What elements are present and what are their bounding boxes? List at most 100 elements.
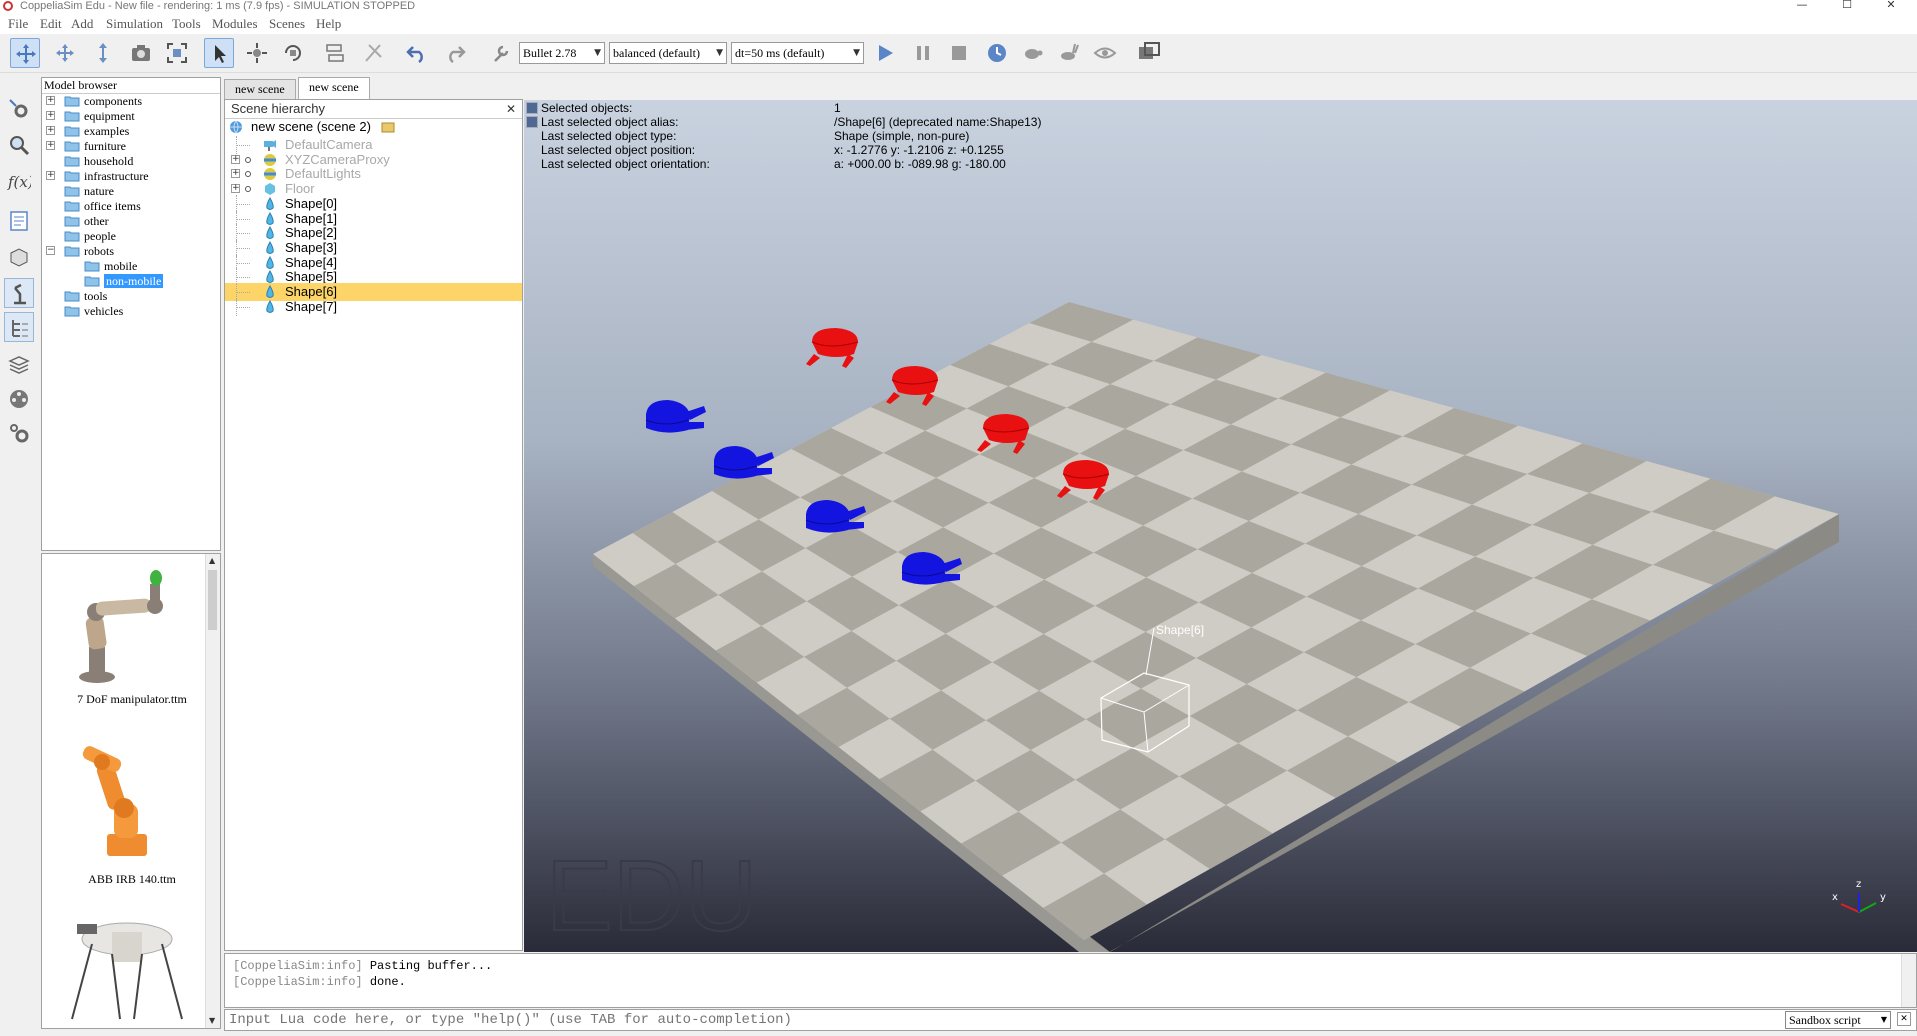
model-folder-office-items[interactable]: office items: [46, 199, 216, 213]
model-folder-furniture[interactable]: + furniture: [46, 139, 216, 153]
model-thumbnail-7dof[interactable]: [52, 562, 202, 692]
minimize-button[interactable]: —: [1787, 0, 1817, 14]
pause-simulation-button[interactable]: [908, 38, 938, 68]
stop-simulation-button[interactable]: [944, 38, 974, 68]
visibility-dot-icon[interactable]: [245, 186, 251, 193]
scene-folder-icon[interactable]: [381, 120, 395, 134]
model-folder-equipment[interactable]: + equipment: [46, 109, 216, 123]
gripper-shape[interactable]: [645, 400, 706, 433]
close-hierarchy-button[interactable]: ✕: [506, 102, 516, 116]
speed-up-button[interactable]: [1054, 38, 1084, 68]
expand-icon[interactable]: +: [46, 126, 55, 135]
tree-line: [236, 233, 250, 235]
model-folder-vehicles[interactable]: vehicles: [46, 304, 216, 318]
slow-down-button[interactable]: [1018, 38, 1048, 68]
model-folder-robots[interactable]: − robots: [46, 244, 216, 258]
calculation-modules-button[interactable]: f(x): [4, 166, 34, 196]
expand-icon[interactable]: +: [46, 96, 55, 105]
transfer-dna-button[interactable]: [358, 38, 388, 68]
realtime-button[interactable]: [982, 38, 1012, 68]
visibility-dot-icon[interactable]: [245, 156, 251, 163]
close-window-button[interactable]: ✕: [1876, 0, 1906, 14]
model-folder-infrastructure[interactable]: + infrastructure: [46, 169, 216, 183]
camera-pan-button[interactable]: [10, 38, 40, 68]
timestep-select[interactable]: dt=50 ms (default) ▼: [731, 42, 864, 64]
model-folder-non-mobile[interactable]: non-mobile: [46, 274, 216, 288]
assembly-button[interactable]: [320, 38, 350, 68]
object-rotate-button[interactable]: [278, 38, 308, 68]
cursor-icon: [215, 45, 226, 63]
video-recorder-button[interactable]: [4, 384, 34, 414]
click-select-button[interactable]: [204, 38, 234, 68]
menu-file[interactable]: File: [8, 16, 28, 32]
model-folder-people[interactable]: people: [46, 229, 216, 243]
expand-icon[interactable]: +: [46, 171, 55, 180]
thumbnails-scrollbar[interactable]: ▲ ▼: [205, 554, 220, 1028]
visibility-dot-icon[interactable]: [245, 171, 251, 178]
expand-icon[interactable]: +: [231, 154, 240, 164]
menu-simulation[interactable]: Simulation: [106, 16, 163, 32]
hierarchy-item-shape7[interactable]: Shape[7]: [225, 297, 522, 316]
fit-to-view-button[interactable]: [162, 38, 192, 68]
lua-command-input[interactable]: [229, 1012, 1769, 1028]
menu-modules[interactable]: Modules: [212, 16, 258, 32]
undo-button[interactable]: [402, 38, 432, 68]
shape-edit-button[interactable]: [4, 242, 34, 272]
camera-button[interactable]: [126, 38, 156, 68]
scene-root-item[interactable]: new scene (scene 2): [225, 118, 522, 136]
scroll-down-icon[interactable]: ▼: [209, 1016, 215, 1025]
model-folder-nature[interactable]: nature: [46, 184, 216, 198]
scroll-thumb[interactable]: [208, 570, 217, 630]
search-button[interactable]: [4, 130, 34, 160]
info-toggle-icon[interactable]: [526, 116, 538, 128]
page-selector-button[interactable]: [1134, 38, 1164, 68]
expand-icon[interactable]: +: [46, 111, 55, 120]
engine-settings-button[interactable]: [486, 38, 516, 68]
model-folder-examples[interactable]: + examples: [46, 124, 216, 138]
console-scrollbar[interactable]: [1901, 954, 1916, 1007]
menu-help[interactable]: Help: [316, 16, 341, 32]
model-thumbnail-delta-robot[interactable]: [52, 914, 202, 1024]
model-browser-toggle[interactable]: [4, 278, 34, 308]
menu-tools[interactable]: Tools: [172, 16, 201, 32]
maximize-button[interactable]: ☐: [1832, 0, 1862, 14]
hierarchy-item-label: Shape[7]: [285, 298, 338, 314]
collapse-icon[interactable]: −: [46, 246, 55, 255]
expand-icon[interactable]: +: [231, 184, 240, 194]
user-settings-button[interactable]: [4, 418, 34, 448]
scripts-button[interactable]: [4, 206, 34, 236]
model-folder-components[interactable]: + components: [46, 94, 216, 108]
layers-button[interactable]: [4, 350, 34, 380]
model-thumbnail-abb-irb140[interactable]: [52, 734, 202, 869]
expand-icon[interactable]: +: [46, 141, 55, 150]
redo-icon: [449, 46, 466, 64]
close-console-button[interactable]: ✕: [1897, 1012, 1911, 1026]
model-folder-mobile[interactable]: mobile: [46, 259, 216, 273]
info-toggle-icon[interactable]: [526, 102, 538, 114]
menu-add[interactable]: Add: [71, 16, 93, 32]
start-simulation-button[interactable]: [870, 38, 900, 68]
model-folder-tools[interactable]: tools: [46, 289, 216, 303]
object-shift-button[interactable]: [242, 38, 272, 68]
physics-engine-select[interactable]: Bullet 2.78 ▼: [519, 42, 605, 64]
scroll-up-icon[interactable]: ▲: [209, 556, 215, 565]
camera-shift-button[interactable]: [88, 38, 118, 68]
expand-icon[interactable]: +: [231, 169, 240, 179]
model-folder-other[interactable]: other: [46, 214, 216, 228]
menu-edit[interactable]: Edit: [40, 16, 62, 32]
redo-button[interactable]: [440, 38, 470, 68]
model-folder-label: examples: [84, 124, 130, 138]
3d-viewport[interactable]: EDU x y z Shape[6] Selected objects: 1 Las…: [524, 100, 1917, 952]
scene-hierarchy-toggle[interactable]: [4, 312, 34, 342]
menu-scenes[interactable]: Scenes: [269, 16, 305, 32]
engine-mode-select[interactable]: balanced (default) ▼: [609, 42, 727, 64]
simulation-settings-button[interactable]: [4, 94, 34, 124]
model-folder-household[interactable]: household: [46, 154, 216, 168]
visualization-toggle-button[interactable]: [1090, 38, 1120, 68]
camera-rotate-button[interactable]: [50, 38, 80, 68]
tab-new-scene-1[interactable]: new scene: [224, 79, 296, 99]
tab-new-scene-2[interactable]: new scene: [298, 77, 370, 100]
gripper-shape[interactable]: [713, 446, 774, 479]
script-selector[interactable]: Sandbox script ▼: [1785, 1011, 1891, 1029]
gripper-shape[interactable]: [806, 328, 859, 368]
